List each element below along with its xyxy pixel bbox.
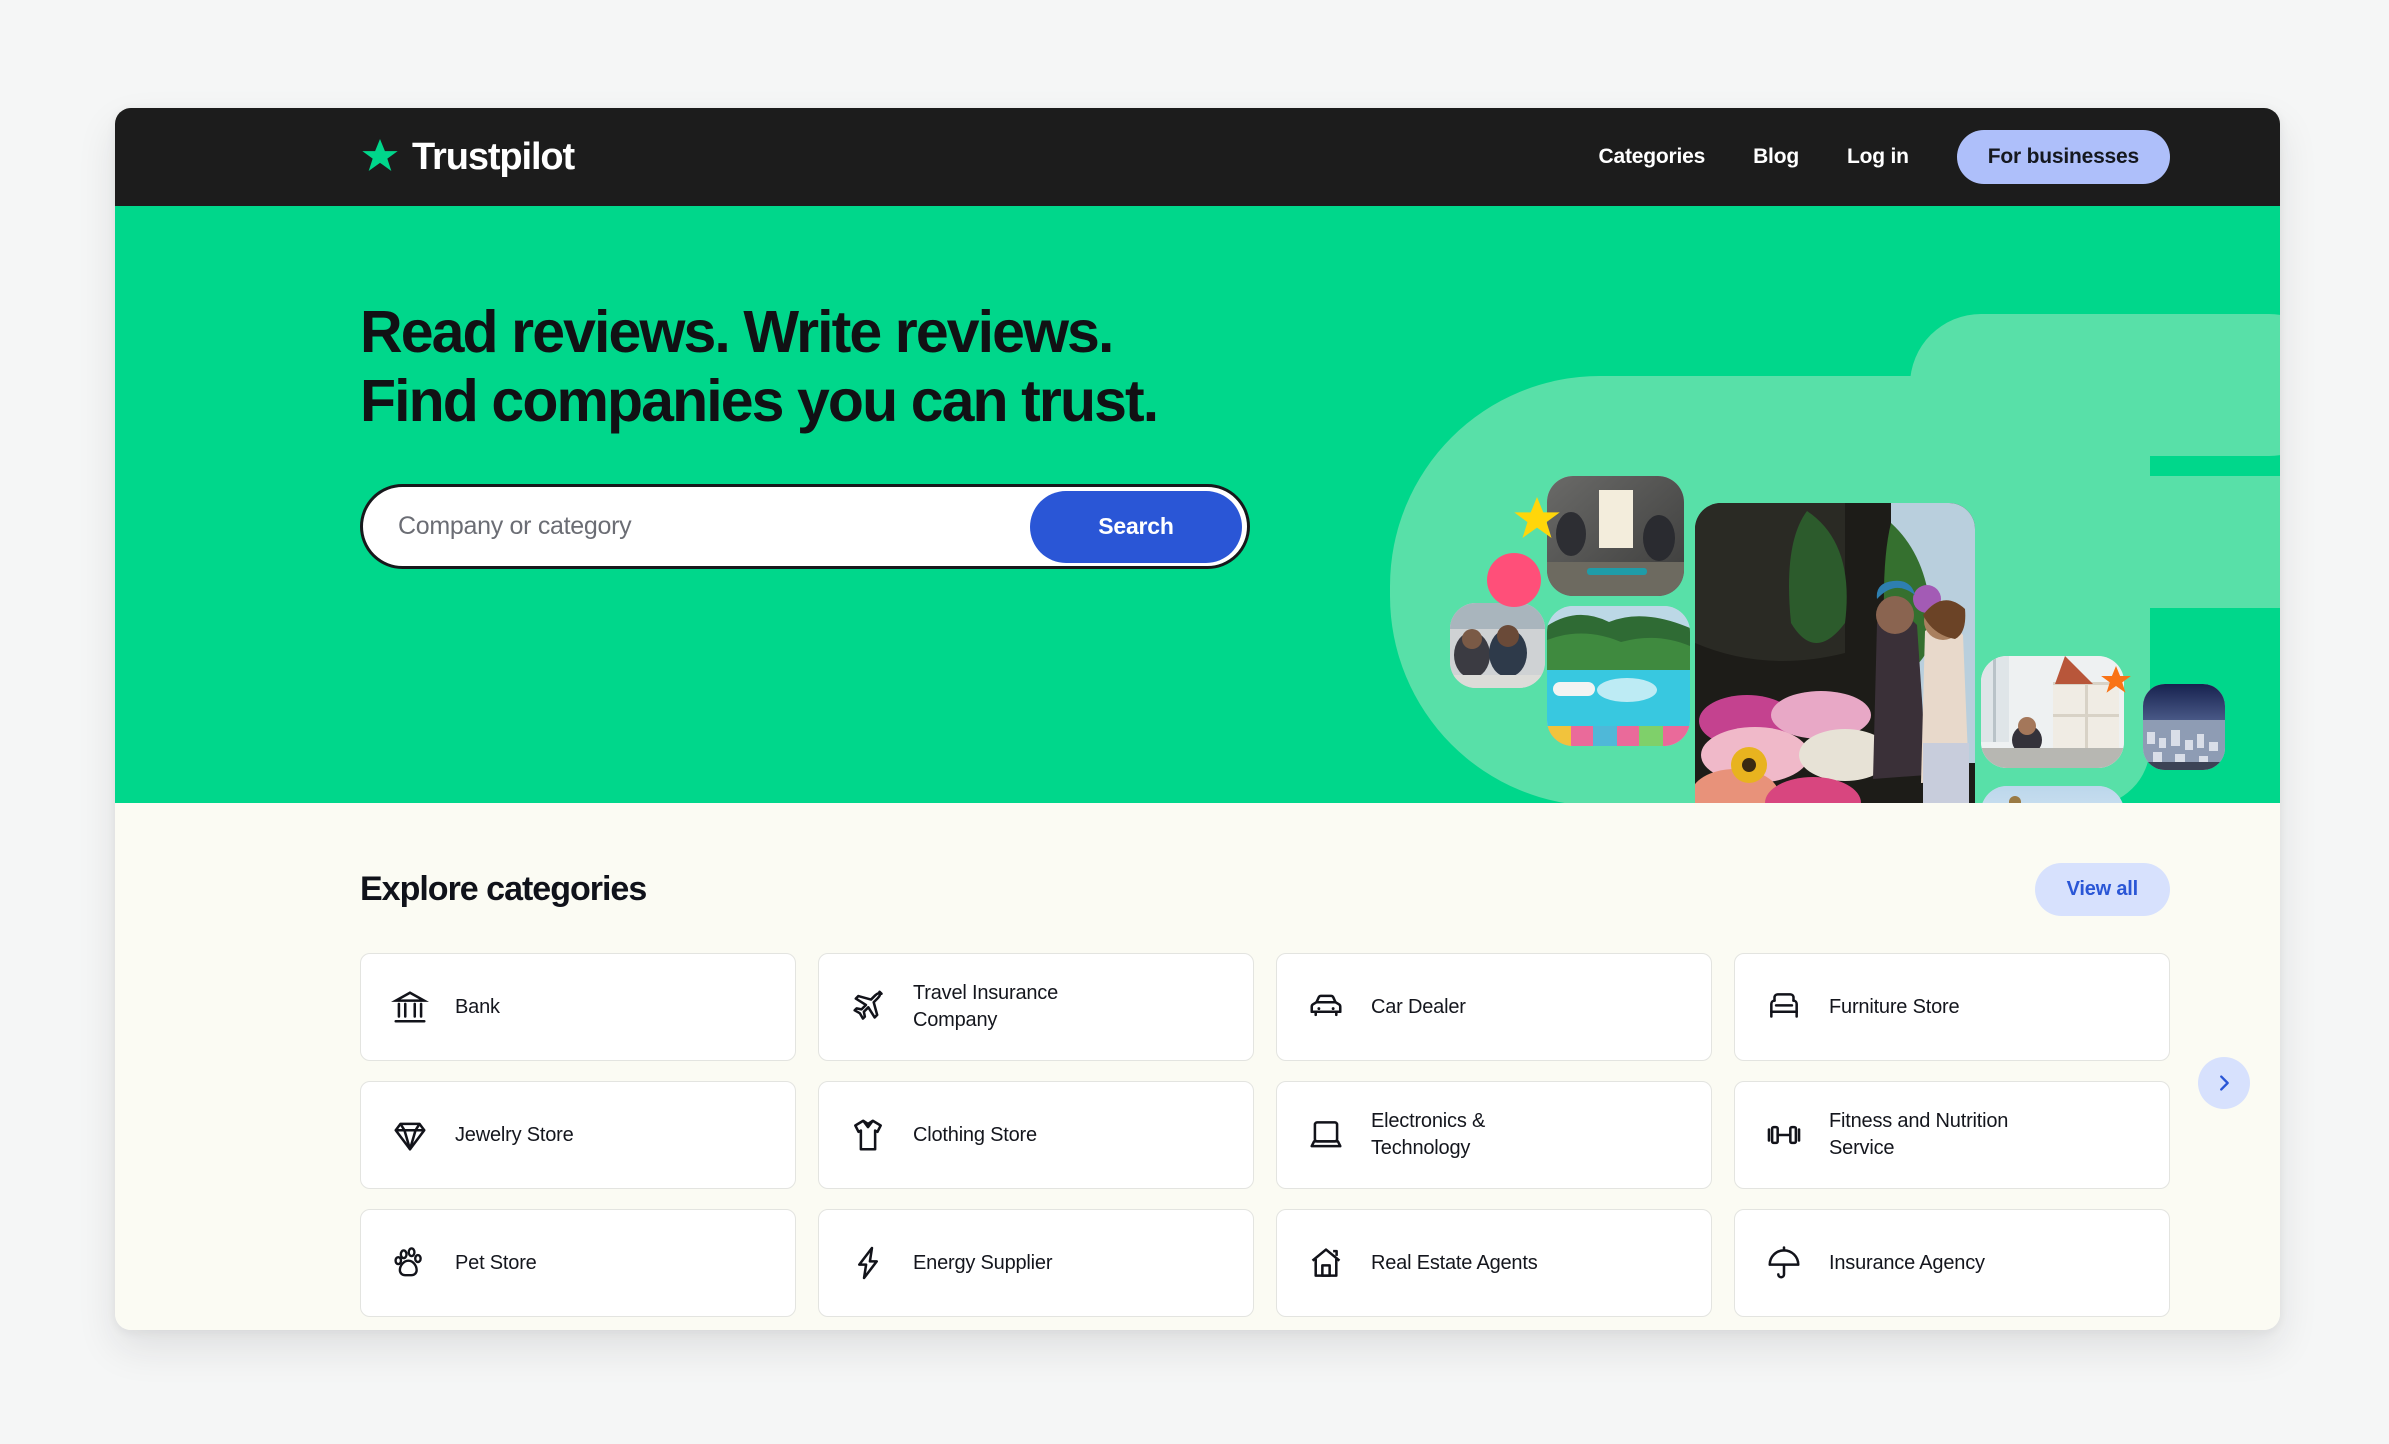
laptop-icon bbox=[1307, 1116, 1345, 1154]
bank-icon bbox=[391, 988, 429, 1026]
hero-content: Read reviews. Write reviews. Find compan… bbox=[115, 206, 2280, 570]
category-card-travel-insurance-company[interactable]: Travel Insurance Company bbox=[818, 953, 1254, 1061]
category-card-jewelry-store[interactable]: Jewelry Store bbox=[360, 1081, 796, 1189]
category-label: Energy Supplier bbox=[913, 1251, 1053, 1274]
search-bar[interactable]: Search bbox=[360, 484, 1250, 570]
category-card-fitness-and-nutrition-service[interactable]: Fitness and Nutrition Service bbox=[1734, 1081, 2170, 1189]
category-card-energy-supplier[interactable]: Energy Supplier bbox=[818, 1209, 1254, 1317]
category-label: Insurance Agency bbox=[1829, 1251, 1985, 1274]
page-container: Trustpilot Categories Blog Log in For bu… bbox=[115, 108, 2280, 1330]
chevron-right-icon bbox=[2220, 1075, 2229, 1091]
category-label: Furniture Store bbox=[1829, 995, 1960, 1018]
paw-icon bbox=[391, 1244, 429, 1282]
photo-aerial-city bbox=[2143, 684, 2225, 770]
hero-title-line-1: Read reviews. Write reviews. bbox=[360, 299, 1114, 365]
category-card-bank[interactable]: Bank bbox=[360, 953, 796, 1061]
categories-grid: Bank Travel Insurance Company Car Dealer… bbox=[115, 953, 2280, 1317]
view-all-button[interactable]: View all bbox=[2034, 863, 2170, 916]
hero-title-line-2: Find companies you can trust. bbox=[360, 368, 1159, 435]
category-card-electronics-technology[interactable]: Electronics & Technology bbox=[1276, 1081, 1712, 1189]
category-label: Clothing Store bbox=[913, 1123, 1037, 1146]
category-card-insurance-agency[interactable]: Insurance Agency bbox=[1734, 1209, 2170, 1317]
category-label: Car Dealer bbox=[1371, 995, 1466, 1018]
house-icon bbox=[1307, 1244, 1345, 1282]
car-icon bbox=[1307, 988, 1345, 1026]
diamond-icon bbox=[391, 1116, 429, 1154]
nav-link-log-in[interactable]: Log in bbox=[1847, 145, 1909, 169]
category-label: Real Estate Agents bbox=[1371, 1251, 1538, 1274]
category-label: Jewelry Store bbox=[455, 1123, 574, 1146]
page-title: Read reviews. Write reviews. Find compan… bbox=[360, 298, 2280, 436]
for-businesses-button[interactable]: For businesses bbox=[1956, 130, 2170, 184]
umbrella-icon bbox=[1765, 1244, 1803, 1282]
brand-name: Trustpilot bbox=[412, 136, 575, 178]
hero-section: Read reviews. Write reviews. Find compan… bbox=[115, 206, 2280, 803]
orange-star-badge bbox=[2099, 664, 2133, 703]
top-navigation-bar: Trustpilot Categories Blog Log in For bu… bbox=[115, 108, 2280, 206]
trustpilot-logo[interactable]: Trustpilot bbox=[360, 136, 575, 178]
categories-header: Explore categories View all bbox=[115, 863, 2280, 916]
category-label: Fitness and Nutrition Service bbox=[1829, 1110, 2009, 1159]
category-card-car-dealer[interactable]: Car Dealer bbox=[1276, 953, 1712, 1061]
nav-link-categories[interactable]: Categories bbox=[1599, 145, 1706, 169]
tshirt-icon bbox=[849, 1116, 887, 1154]
category-label: Bank bbox=[455, 995, 500, 1018]
category-label: Electronics & Technology bbox=[1371, 1110, 1486, 1159]
trustpilot-star-icon bbox=[360, 137, 400, 177]
armchair-icon bbox=[1765, 988, 1803, 1026]
search-button[interactable]: Search bbox=[1030, 490, 1242, 563]
dumbbell-icon bbox=[1765, 1116, 1803, 1154]
categories-title: Explore categories bbox=[360, 870, 647, 908]
lightning-bolt-icon bbox=[849, 1244, 887, 1282]
photo-swimming-pool bbox=[1547, 606, 1690, 746]
photo-cactus-selfie bbox=[1981, 786, 2124, 803]
category-label: Pet Store bbox=[455, 1251, 537, 1274]
categories-next-button[interactable] bbox=[2198, 1057, 2250, 1109]
nav-links-group: Categories Blog Log in For businesses bbox=[1599, 130, 2170, 184]
category-card-clothing-store[interactable]: Clothing Store bbox=[818, 1081, 1254, 1189]
airplane-icon bbox=[849, 988, 887, 1026]
nav-link-blog[interactable]: Blog bbox=[1753, 145, 1799, 169]
category-card-pet-store[interactable]: Pet Store bbox=[360, 1209, 796, 1317]
category-label: Travel Insurance Company bbox=[913, 982, 1059, 1031]
search-input[interactable] bbox=[363, 512, 1030, 542]
category-card-furniture-store[interactable]: Furniture Store bbox=[1734, 953, 2170, 1061]
category-card-real-estate-agents[interactable]: Real Estate Agents bbox=[1276, 1209, 1712, 1317]
explore-categories-section: Explore categories View all Bank Travel … bbox=[115, 803, 2280, 1330]
photo-friends-cafe bbox=[1450, 603, 1545, 688]
